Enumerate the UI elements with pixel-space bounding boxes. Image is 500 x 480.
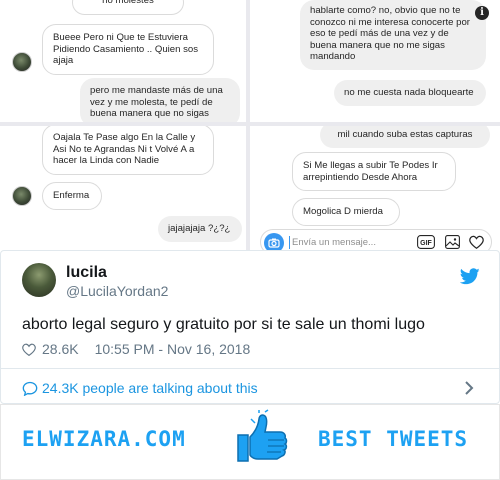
user-handle[interactable]: @LucilaYordan2 (66, 283, 168, 299)
gif-icon[interactable]: GIF (417, 235, 435, 249)
outgoing-message: jajajajaja ?¿?¿ (158, 216, 242, 242)
incoming-message: Enferma (42, 182, 102, 210)
comment-bubble-icon (22, 381, 38, 396)
heart-icon[interactable] (469, 235, 484, 249)
incoming-message: Mogolica D mierda (292, 198, 400, 226)
chevron-right-icon[interactable] (464, 380, 474, 396)
display-name[interactable]: lucila (66, 264, 107, 282)
outgoing-message: no me cuesta nada bloquearte (334, 80, 486, 106)
like-heart-icon[interactable] (22, 343, 36, 356)
divider (0, 368, 500, 369)
dm-panel-top-left: no molestes Bueee Pero ni Que te Estuvie… (0, 0, 246, 122)
outgoing-message: mil cuando suba estas capturas (320, 126, 490, 148)
camera-icon[interactable] (264, 233, 284, 250)
thumbs-up-icon (237, 409, 288, 462)
conversation-count: 24.3K people are talking about this (42, 380, 258, 396)
dm-screenshots-collage: no molestes Bueee Pero ni Que te Estuvie… (0, 0, 500, 250)
gif-label: GIF (420, 240, 432, 247)
image-icon[interactable] (445, 235, 460, 249)
info-icon[interactable]: i (475, 6, 489, 20)
sender-avatar (12, 52, 32, 72)
conversation-link[interactable]: 24.3K people are talking about this (22, 380, 258, 396)
incoming-message: Bueee Pero ni Que te Estuviera Pidiendo … (42, 24, 214, 75)
tweet-text: aborto legal seguro y gratuito por si te… (22, 316, 425, 333)
best-tweets-label: BEST TWEETS (318, 427, 469, 451)
incoming-message: Si Me llegas a subir Te Podes Ir arrepin… (292, 152, 456, 192)
dm-panel-bottom-left: Oajala Te Pase algo En la Calle y Asi No… (0, 126, 246, 250)
text-caret (289, 236, 290, 249)
message-fragment: no molestes (72, 0, 184, 15)
avatar[interactable] (22, 263, 56, 297)
like-count[interactable]: 28.6K (42, 341, 79, 357)
dm-panel-bottom-right: mil cuando suba estas capturas Si Me lle… (250, 126, 500, 250)
outgoing-message: pero me mandaste más de una vez y me mol… (80, 78, 240, 122)
message-composer[interactable]: Envía un mensaje... GIF (260, 229, 492, 250)
incoming-message: Oajala Te Pase algo En la Calle y Asi No… (42, 126, 214, 175)
outgoing-message: hablarte como? no, obvio que no te conoz… (300, 0, 486, 70)
tweet-timestamp[interactable]: 10:55 PM - Nov 16, 2018 (95, 341, 251, 357)
dm-panel-top-right: hablarte como? no, obvio que no te conoz… (250, 0, 500, 122)
sender-avatar (12, 186, 32, 206)
site-brand[interactable]: ELWIZARA.COM (22, 427, 186, 451)
twitter-bird-icon[interactable] (460, 268, 480, 285)
message-input[interactable]: Envía un mensaje... (292, 237, 376, 248)
tweet-meta: 28.6K 10:55 PM - Nov 16, 2018 (22, 341, 250, 357)
